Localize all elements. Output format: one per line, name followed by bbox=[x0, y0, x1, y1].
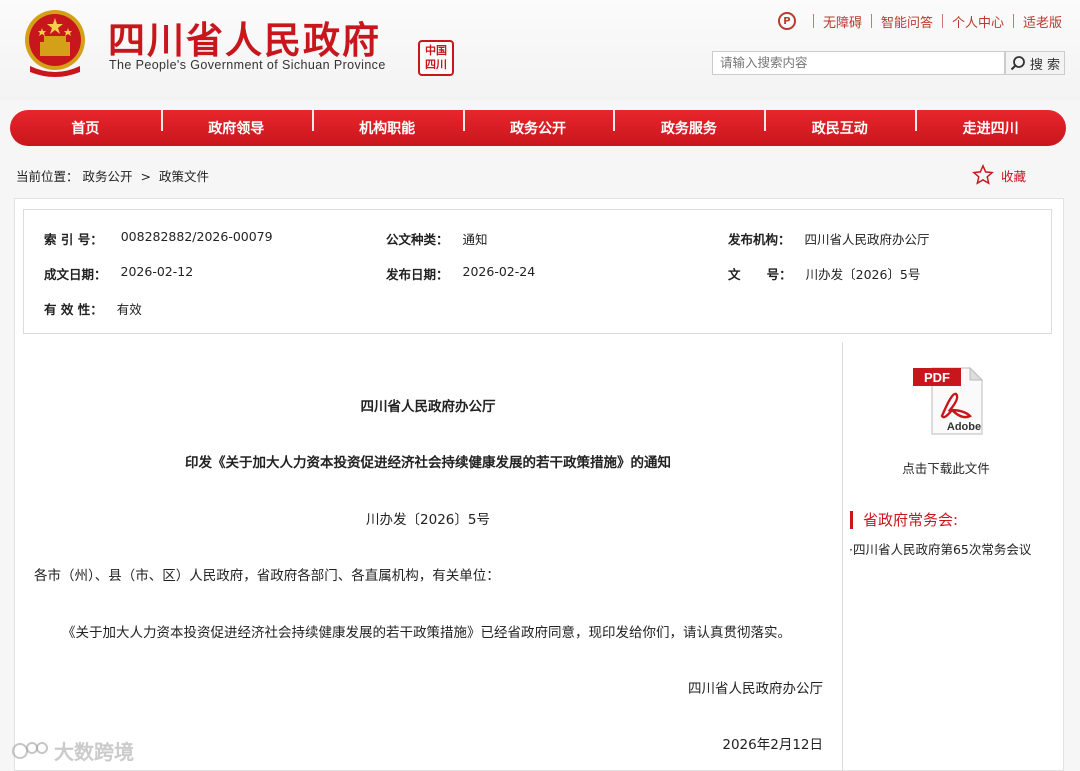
site-title-cn: 四川省人民政府 bbox=[108, 18, 381, 62]
meta-value: 四川省人民政府办公厅 bbox=[804, 232, 930, 247]
link-smart-qa[interactable]: 智能问答 bbox=[881, 12, 933, 31]
pdf-download-icon[interactable]: PDF Adobe bbox=[912, 364, 984, 436]
meta-value: 通知 bbox=[462, 232, 488, 247]
meta-row: 索 引 号： 008282882/2026-00079 公文种类： 通知 发布机… bbox=[24, 229, 1051, 247]
document-signature-date: 2026年2月12日 bbox=[722, 737, 823, 753]
meta-value: 川办发〔2026〕5号 bbox=[805, 267, 921, 282]
meta-created: 成文日期： 2026-02-12 bbox=[44, 264, 193, 283]
favorite-label: 收藏 bbox=[1001, 168, 1027, 184]
meta-published: 发布日期： 2026-02-24 bbox=[386, 264, 535, 283]
nav-item-public-affairs[interactable]: 政务公开 bbox=[462, 109, 614, 138]
document-number: 川办发〔2026〕5号 bbox=[366, 512, 490, 528]
meta-value: 有效 bbox=[116, 302, 142, 317]
link-accessibility[interactable]: 无障碍 bbox=[823, 12, 862, 31]
meta-label: 有 效 性： bbox=[44, 302, 103, 317]
breadcrumb-prefix: 当前位置： bbox=[16, 169, 79, 184]
nav-item-about-sichuan[interactable]: 走进四川 bbox=[915, 109, 1066, 138]
document-body-paragraph: 《关于加大人力资本投资促进经济社会持续健康发展的若干政策措施》已经省政府同意，现… bbox=[62, 625, 791, 641]
sidebar-item-meeting[interactable]: ·四川省人民政府第65次常务会议 bbox=[849, 539, 1031, 558]
link-separator bbox=[941, 14, 943, 28]
meta-value: 2026-02-24 bbox=[462, 264, 536, 279]
meta-label: 文 号： bbox=[728, 267, 792, 282]
seal-logo: 中国四川 bbox=[418, 40, 454, 76]
adobe-label: Adobe bbox=[947, 421, 981, 433]
nav-item-services[interactable]: 政务服务 bbox=[613, 109, 764, 138]
nav-item-home[interactable]: 首页 bbox=[10, 118, 161, 138]
national-emblem-logo[interactable] bbox=[20, 6, 90, 80]
watermark-logo-icon bbox=[12, 741, 48, 759]
star-icon bbox=[972, 164, 994, 185]
favorite-button[interactable]: 收藏 bbox=[972, 164, 1026, 186]
document-recipients: 各市（州）、县（市、区）人民政府，省政府各部门、各直属机构，有关单位： bbox=[34, 568, 500, 584]
site-title-en: The People's Government of Sichuan Provi… bbox=[109, 58, 386, 72]
document-title: 印发《关于加大人力资本投资促进经济社会持续健康发展的若干政策措施》的通知 bbox=[185, 455, 671, 471]
meta-issuer: 发布机构： 四川省人民政府办公厅 bbox=[728, 229, 930, 248]
site-header: 四川省人民政府 The People's Government of Sichu… bbox=[0, 0, 1080, 100]
meta-docno: 文 号： 川办发〔2026〕5号 bbox=[728, 264, 920, 283]
breadcrumb-link-policy-docs[interactable]: 政策文件 bbox=[159, 169, 209, 184]
meta-label: 发布日期： bbox=[386, 267, 449, 282]
main-nav: 首页 政府领导 机构职能 政务公开 政务服务 政民互动 走进四川 bbox=[10, 109, 1066, 146]
watermark-text: 大数跨境 bbox=[54, 740, 134, 764]
search-button[interactable]: 搜 索 bbox=[1005, 51, 1065, 75]
document-signature-org: 四川省人民政府办公厅 bbox=[688, 681, 823, 697]
meta-label: 成文日期： bbox=[44, 267, 107, 282]
breadcrumb-link-public-affairs[interactable]: 政务公开 bbox=[83, 169, 133, 184]
ptalk-icon[interactable]: P bbox=[777, 12, 796, 30]
search-button-label: 搜 索 bbox=[1029, 57, 1061, 73]
link-separator bbox=[1012, 14, 1014, 28]
meta-row: 成文日期： 2026-02-12 发布日期： 2026-02-24 文 号： 川… bbox=[24, 264, 1051, 282]
link-elderly-version[interactable]: 适老版 bbox=[1023, 12, 1062, 31]
meta-value: 008282882/2026-00079 bbox=[120, 229, 273, 244]
meta-index: 索 引 号： 008282882/2026-00079 bbox=[44, 229, 273, 248]
meta-value: 2026-02-12 bbox=[120, 264, 194, 279]
download-link[interactable]: 点击下载此文件 bbox=[846, 458, 1046, 477]
meta-label: 发布机构： bbox=[728, 232, 791, 247]
nav-item-functions[interactable]: 机构职能 bbox=[311, 109, 463, 138]
pdf-badge-label: PDF bbox=[924, 370, 950, 385]
meta-row: 有 效 性： 有效 bbox=[24, 299, 1051, 317]
watermark: 大数跨境 bbox=[10, 736, 134, 765]
meta-validity: 有 效 性： 有效 bbox=[44, 299, 142, 318]
document-issuer: 四川省人民政府办公厅 bbox=[360, 399, 496, 415]
breadcrumb: 当前位置： 政务公开 > 政策文件 bbox=[16, 166, 213, 185]
link-separator bbox=[870, 14, 872, 28]
link-separator bbox=[812, 14, 814, 28]
top-links: P 无障碍 智能问答 个人中心 适老版 bbox=[777, 12, 1062, 31]
breadcrumb-separator: > bbox=[140, 169, 151, 184]
search-input[interactable] bbox=[712, 51, 1005, 75]
search-icon bbox=[1010, 56, 1025, 71]
sidebar-heading: 省政府常务会: bbox=[850, 511, 958, 529]
meta-label: 索 引 号： bbox=[44, 232, 103, 247]
document-metadata: 索 引 号： 008282882/2026-00079 公文种类： 通知 发布机… bbox=[23, 209, 1052, 334]
meta-label: 公文种类： bbox=[386, 232, 449, 247]
meta-type: 公文种类： 通知 bbox=[386, 229, 488, 248]
nav-item-leaders[interactable]: 政府领导 bbox=[160, 109, 312, 138]
link-personal-center[interactable]: 个人中心 bbox=[952, 12, 1004, 31]
nav-item-interaction[interactable]: 政民互动 bbox=[764, 109, 915, 138]
